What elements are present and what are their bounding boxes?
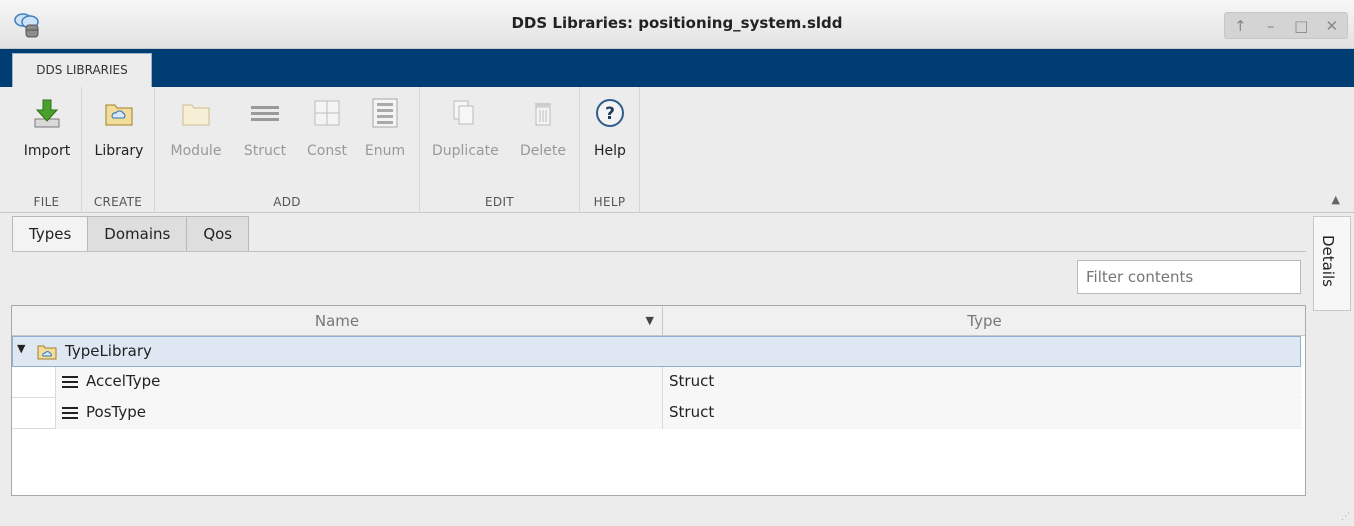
collapse-toolstrip-icon[interactable]: ▲ (1332, 193, 1340, 206)
group-file: Import FILE (12, 87, 82, 213)
expand-caret-icon[interactable]: ▼ (17, 342, 25, 355)
tab-dds-libraries[interactable]: DDS LIBRARIES (12, 53, 152, 87)
window-title: DDS Libraries: positioning_system.sldd (511, 14, 843, 32)
import-icon (34, 99, 60, 128)
module-folder-icon (182, 104, 210, 126)
const-grid-icon (314, 100, 340, 126)
svg-text:?: ? (605, 104, 615, 124)
title-bar: DDS Libraries: positioning_system.sldd ↑… (0, 0, 1354, 49)
enum-button[interactable]: Enum (354, 97, 416, 159)
window-controls: ↑ – □ ✕ (1224, 12, 1348, 39)
library-button[interactable]: Library (88, 97, 150, 159)
help-button[interactable]: ? Help (580, 97, 640, 159)
struct-lines-icon (62, 407, 78, 419)
column-header-name[interactable]: Name ▼ (12, 306, 663, 336)
duplicate-icon (453, 100, 474, 125)
sort-down-icon[interactable]: ▼ (646, 306, 654, 336)
group-create: Library CREATE (82, 87, 155, 213)
group-add: Module Struct Const Enum ADD (155, 87, 420, 213)
help-question-icon: ? (596, 99, 624, 127)
ribbon-bar: DDS LIBRARIES (0, 49, 1354, 87)
library-folder-icon (105, 104, 133, 126)
duplicate-button[interactable]: Duplicate (432, 97, 499, 159)
cell-type: Struct (663, 398, 1301, 429)
details-label: Details (1319, 235, 1337, 288)
enum-list-icon (372, 98, 398, 128)
tab-domains[interactable]: Domains (87, 216, 188, 251)
table-row[interactable]: PosType Struct (12, 398, 1302, 429)
library-name: TypeLibrary (65, 342, 152, 360)
toolstrip: Import FILE Library CREATE Module Struct… (0, 87, 1354, 213)
resize-grip-icon[interactable]: ⋰ (1341, 512, 1350, 522)
group-edit: Duplicate Delete EDIT (420, 87, 580, 213)
table-row[interactable]: AccelType Struct (12, 367, 1302, 398)
struct-lines-icon (62, 376, 78, 388)
tab-types[interactable]: Types (12, 216, 89, 252)
cell-type: Struct (663, 367, 1301, 398)
filter-input[interactable] (1077, 260, 1301, 294)
minimize-icon[interactable]: – (1259, 17, 1283, 35)
cell-name: PosType (55, 398, 663, 429)
pin-icon[interactable]: ↑ (1228, 17, 1252, 35)
module-button[interactable]: Module (165, 97, 227, 159)
close-icon[interactable]: ✕ (1320, 17, 1344, 35)
table-header: Name ▼ Type (12, 306, 1305, 336)
const-button[interactable]: Const (296, 97, 358, 159)
delete-button[interactable]: Delete (512, 97, 574, 159)
library-folder-icon (37, 345, 57, 360)
struct-lines-icon (251, 106, 279, 121)
group-help: ? Help HELP (580, 87, 640, 213)
tab-divider (12, 251, 1306, 252)
library-tabs: Types Domains Qos (12, 216, 250, 252)
cell-name: AccelType (55, 367, 663, 398)
trash-icon (535, 103, 551, 126)
details-panel-tab[interactable]: Details (1313, 216, 1351, 311)
import-button[interactable]: Import (16, 97, 78, 159)
column-header-type[interactable]: Type (663, 306, 1306, 336)
maximize-icon[interactable]: □ (1289, 17, 1313, 35)
tab-qos[interactable]: Qos (186, 216, 250, 251)
types-table: Name ▼ Type ▼ TypeLibrary AccelType Stru… (11, 305, 1306, 496)
table-row-library[interactable]: ▼ TypeLibrary (12, 336, 1301, 367)
struct-button[interactable]: Struct (234, 97, 296, 159)
